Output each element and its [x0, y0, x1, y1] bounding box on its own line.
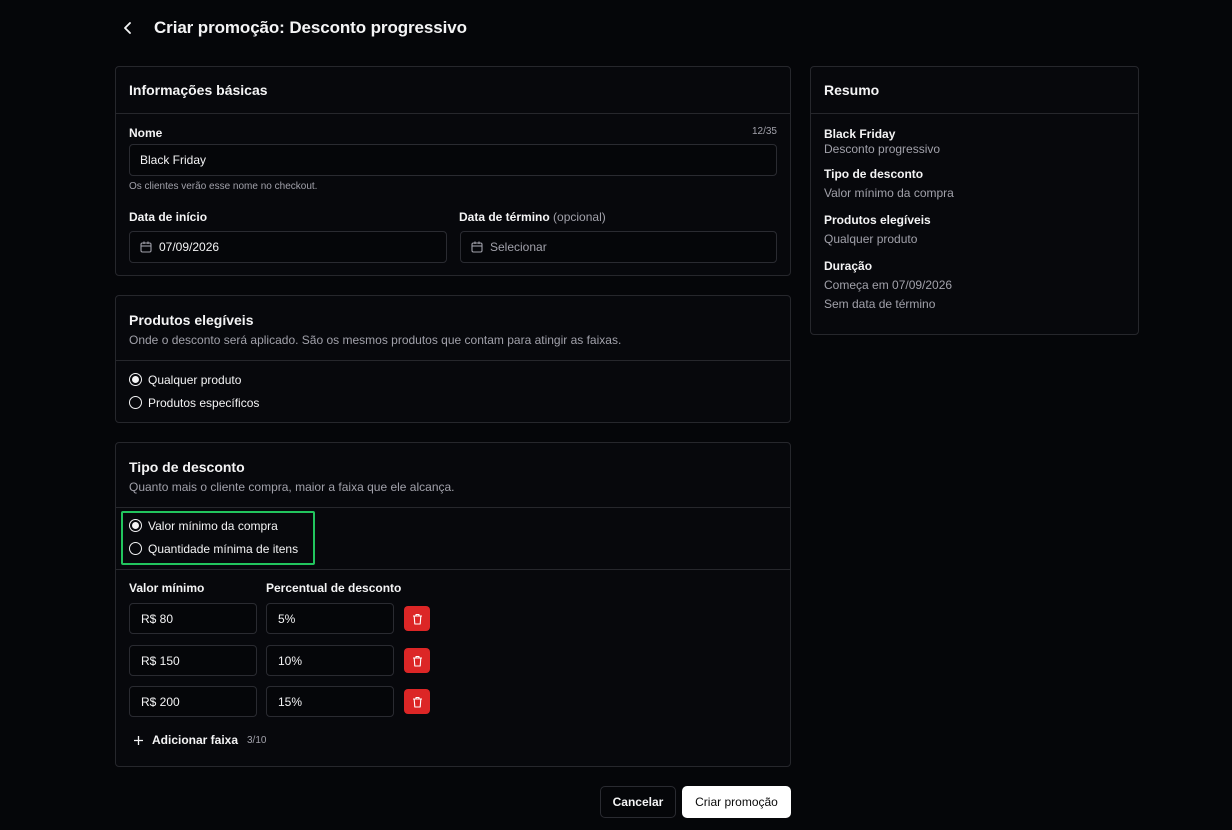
tier-min-value-input[interactable]: R$ 80: [129, 603, 257, 634]
summary-card: Resumo Black Friday Desconto progressivo…: [810, 66, 1139, 335]
create-promotion-button[interactable]: Criar promoção: [682, 786, 791, 818]
name-label: Nome: [129, 126, 163, 140]
summary-duration-start: Começa em 07/09/2026: [824, 278, 953, 292]
chevron-left-icon: [124, 22, 131, 34]
page-header: Criar promoção: Desconto progressivo: [116, 16, 467, 40]
end-date-input[interactable]: Selecionar: [460, 231, 777, 263]
radio-any-product[interactable]: Qualquer produto: [129, 368, 259, 391]
delete-tier-button[interactable]: [404, 689, 430, 714]
plus-icon: [134, 735, 143, 745]
tier-min-value-input[interactable]: R$ 150: [129, 645, 257, 676]
summary-type-title: Tipo de desconto: [824, 167, 924, 181]
summary-name-block: Black Friday Desconto progressivo: [824, 127, 1125, 157]
tier-min-value: R$ 150: [141, 653, 180, 668]
start-date-input[interactable]: 07/09/2026: [129, 231, 447, 263]
name-char-count: 12/35: [751, 126, 777, 137]
summary-type-value: Valor mínimo da compra: [824, 186, 954, 200]
calendar-icon: [140, 241, 152, 253]
name-input[interactable]: Black Friday: [129, 144, 777, 176]
summary-duration-end: Sem data de término: [824, 297, 936, 311]
trash-icon: [412, 696, 422, 708]
tier-percent-input[interactable]: 10%: [266, 645, 394, 676]
radio-button[interactable]: [129, 542, 142, 555]
add-tier-label: Adicionar faixa: [152, 733, 239, 747]
tier-percent-value: 15%: [278, 694, 303, 709]
discount-type-description: Quanto mais o cliente compra, maior a fa…: [129, 480, 455, 494]
summary-name: Black Friday: [824, 127, 896, 141]
summary-duration-title: Duração: [824, 259, 873, 273]
name-help-text: Os clientes verão esse nome no checkout.: [129, 181, 318, 192]
calendar-icon: [471, 241, 483, 253]
cancel-button[interactable]: Cancelar: [600, 786, 676, 818]
eligible-products-header: Produtos elegíveis Onde o desconto será …: [116, 296, 790, 361]
min-value-column-label: Valor mínimo: [129, 581, 205, 595]
add-tier-button[interactable]: Adicionar faixa: [133, 733, 238, 747]
page-title: Criar promoção: Desconto progressivo: [154, 18, 467, 37]
radio-specific-products[interactable]: Produtos específicos: [129, 391, 259, 414]
end-date-optional: (opcional): [553, 210, 606, 224]
tier-percent-value: 5%: [278, 611, 296, 626]
radio-min-item-quantity[interactable]: Quantidade mínima de itens: [129, 537, 298, 560]
radio-any-product-label: Qualquer produto: [148, 372, 242, 387]
summary-type-block: Tipo de desconto Valor mínimo da compra: [824, 167, 1125, 203]
start-date-label: Data de início: [129, 210, 208, 224]
tier-percent-value: 10%: [278, 653, 303, 668]
discount-percent-column-label: Percentual de desconto: [266, 581, 402, 595]
basic-info-title: Informações básicas: [129, 82, 268, 98]
end-date-label: Data de término (opcional): [459, 210, 606, 224]
summary-title: Resumo: [824, 82, 880, 98]
summary-products-value: Qualquer produto: [824, 232, 918, 246]
trash-icon: [412, 655, 422, 667]
eligible-products-card: Produtos elegíveis Onde o desconto será …: [115, 295, 791, 423]
radio-min-purchase-value[interactable]: Valor mínimo da compra: [129, 514, 298, 537]
summary-header: Resumo: [811, 67, 1138, 114]
eligible-products-title: Produtos elegíveis: [129, 312, 254, 328]
summary-products-block: Produtos elegíveis Qualquer produto: [824, 213, 1125, 249]
end-date-placeholder: Selecionar: [490, 240, 547, 254]
back-button[interactable]: [116, 16, 140, 40]
end-date-label-text: Data de término: [459, 210, 550, 224]
delete-tier-button[interactable]: [404, 648, 430, 673]
tier-min-value-input[interactable]: R$ 200: [129, 686, 257, 717]
tier-min-value: R$ 80: [141, 611, 174, 626]
radio-specific-products-label: Produtos específicos: [148, 395, 260, 410]
divider: [116, 569, 790, 570]
radio-button-selected[interactable]: [129, 373, 142, 386]
name-input-value: Black Friday: [140, 153, 207, 167]
trash-icon: [412, 613, 422, 625]
radio-button[interactable]: [129, 396, 142, 409]
discount-type-header: Tipo de desconto Quanto mais o cliente c…: [116, 443, 790, 508]
tier-min-value: R$ 200: [141, 694, 180, 709]
summary-duration-block: Duração Começa em 07/09/2026 Sem data de…: [824, 259, 1125, 314]
basic-info-header: Informações básicas: [116, 67, 790, 114]
discount-type-title: Tipo de desconto: [129, 459, 245, 475]
delete-tier-button[interactable]: [404, 606, 430, 631]
discount-type-card: Tipo de desconto Quanto mais o cliente c…: [115, 442, 791, 767]
tier-count: 3/10: [247, 735, 267, 746]
tier-percent-input[interactable]: 15%: [266, 686, 394, 717]
radio-min-item-quantity-label: Quantidade mínima de itens: [148, 541, 299, 556]
start-date-value: 07/09/2026: [159, 240, 220, 254]
summary-products-title: Produtos elegíveis: [824, 213, 931, 227]
tier-percent-input[interactable]: 5%: [266, 603, 394, 634]
radio-min-purchase-value-label: Valor mínimo da compra: [148, 518, 278, 533]
basic-info-card: Informações básicas Nome 12/35 Black Fri…: [115, 66, 791, 276]
summary-name-sub: Desconto progressivo: [824, 142, 941, 156]
radio-button-selected[interactable]: [129, 519, 142, 532]
eligible-products-description: Onde o desconto será aplicado. São os me…: [129, 333, 622, 347]
